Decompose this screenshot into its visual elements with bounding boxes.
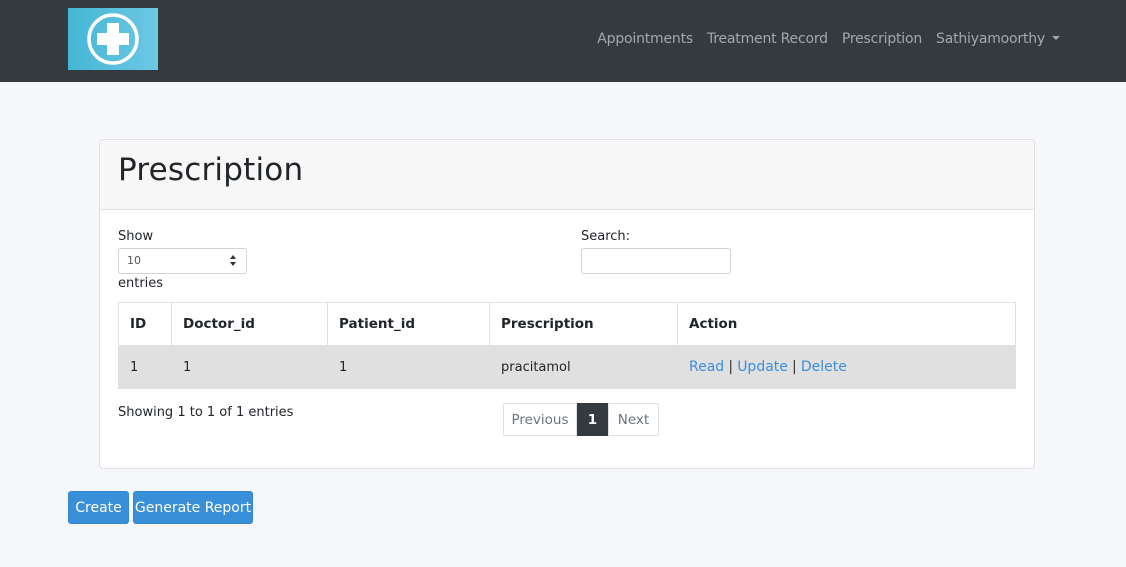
table-row: 1 1 1 pracitamol Read | Update | Delete [118, 345, 1016, 389]
caret-down-icon [1052, 36, 1060, 40]
search-label: Search: [581, 229, 631, 244]
select-arrows-icon [230, 255, 237, 267]
show-label: Show [118, 229, 154, 244]
column-header-prescription[interactable]: Prescription [489, 302, 678, 346]
delete-link[interactable]: Delete [801, 359, 847, 375]
entries-label: entries [118, 276, 164, 291]
table-info: Showing 1 to 1 of 1 entries [118, 405, 294, 420]
cell-doctor-id: 1 [171, 345, 328, 389]
generate-report-button[interactable]: Generate Report [133, 491, 253, 524]
read-link[interactable]: Read [689, 359, 724, 375]
nav-link-appointments[interactable]: Appointments [597, 31, 693, 47]
create-button[interactable]: Create [68, 491, 129, 524]
previous-page-button[interactable]: Previous [503, 403, 577, 436]
update-link[interactable]: Update [737, 359, 788, 375]
medical-cross-icon [87, 13, 139, 65]
prescription-card: Prescription Show 10 entries Search: ID … [99, 139, 1035, 469]
entries-select[interactable]: 10 [118, 248, 247, 274]
card-header: Prescription [100, 140, 1034, 210]
navbar: Appointments Treatment Record Prescripti… [0, 0, 1126, 82]
next-page-button[interactable]: Next [608, 403, 659, 436]
prescription-table: ID Doctor_id Patient_id Prescription Act… [118, 302, 1016, 389]
cell-id: 1 [118, 345, 172, 389]
cell-patient-id: 1 [327, 345, 490, 389]
page-title: Prescription [118, 152, 304, 188]
nav-links: Appointments Treatment Record Prescripti… [597, 28, 1060, 50]
column-header-doctor-id[interactable]: Doctor_id [171, 302, 328, 346]
entries-select-value: 10 [127, 254, 141, 267]
action-separator: | [792, 359, 797, 375]
column-header-patient-id[interactable]: Patient_id [327, 302, 490, 346]
user-name: Sathiyamoorthy [936, 31, 1045, 47]
current-page-button[interactable]: 1 [577, 403, 608, 436]
cell-prescription: pracitamol [489, 345, 678, 389]
table-header-row: ID Doctor_id Patient_id Prescription Act… [118, 302, 1016, 346]
nav-link-treatment-record[interactable]: Treatment Record [707, 31, 828, 47]
logo[interactable] [68, 8, 158, 70]
search-input[interactable] [581, 248, 731, 274]
action-separator: | [728, 359, 734, 375]
column-header-id[interactable]: ID [118, 302, 172, 346]
cell-actions: Read | Update | Delete [677, 345, 1016, 389]
pagination: Previous 1 Next [503, 403, 659, 436]
nav-link-prescription[interactable]: Prescription [842, 31, 922, 47]
column-header-action[interactable]: Action [677, 302, 1016, 346]
user-dropdown[interactable]: Sathiyamoorthy [936, 31, 1060, 47]
